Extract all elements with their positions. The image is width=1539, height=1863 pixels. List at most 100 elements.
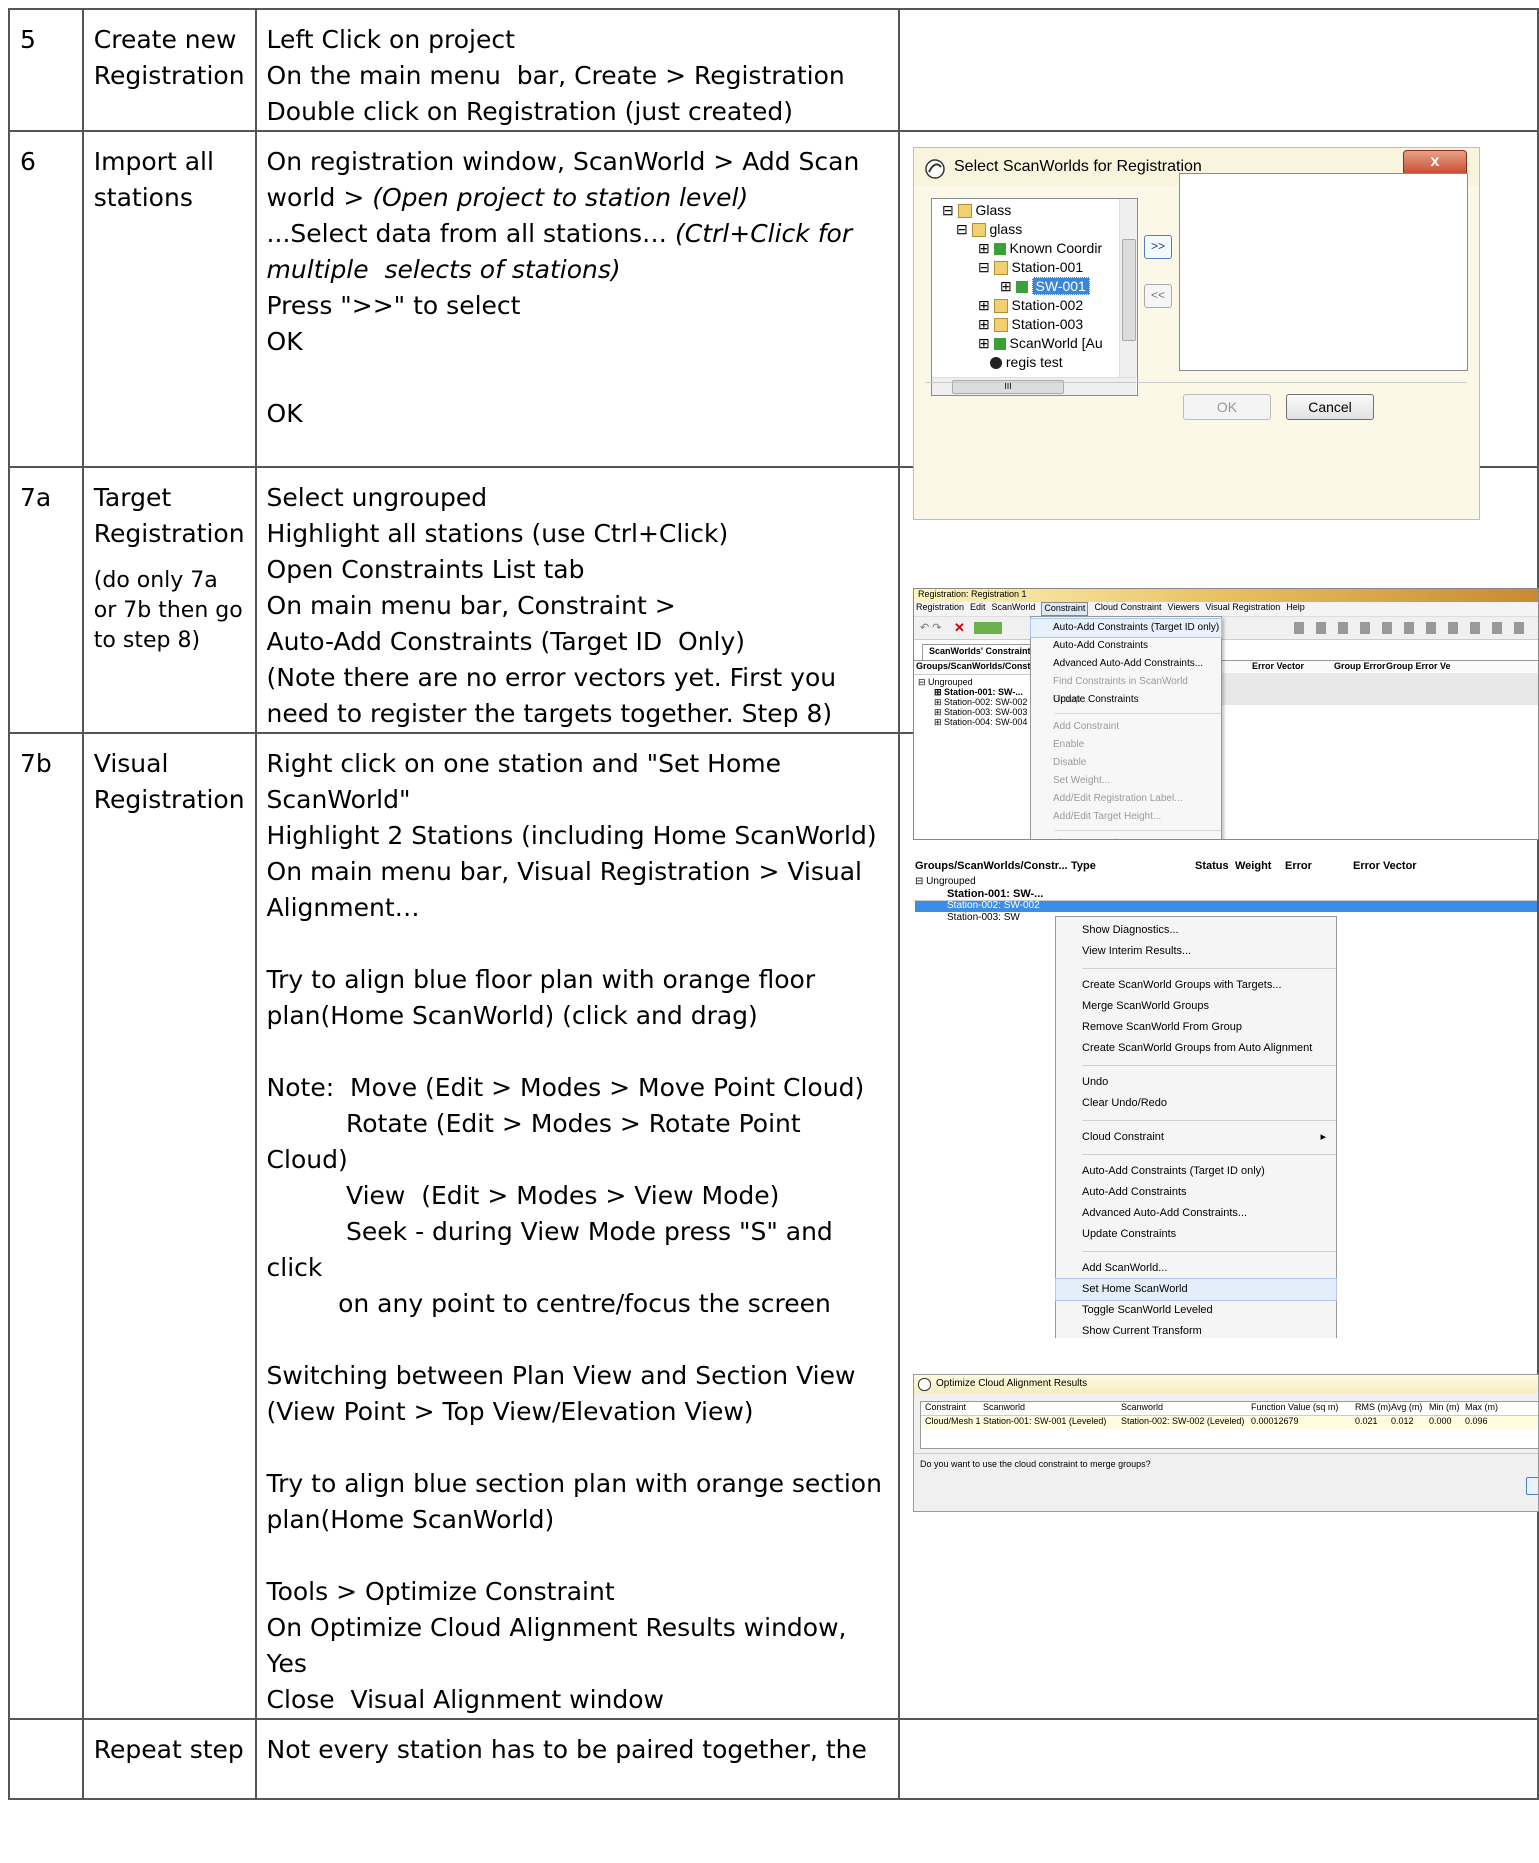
constraint-menu-item[interactable]: Auto-Add Constraints — [1031, 637, 1221, 655]
constraint-menu-item[interactable]: Add/Edit Registration Label... — [1031, 790, 1221, 808]
menu-viewers[interactable]: Viewers — [1167, 602, 1199, 616]
context-menu-item[interactable]: Show Current Transform — [1056, 1321, 1336, 1338]
tree-node-known[interactable]: ⊞ Known Coordir — [934, 239, 1103, 258]
horizontal-scrollbar[interactable]: III — [932, 377, 1136, 395]
scanworld-tree[interactable]: III ⊟ Glass ⊟ glass ⊞ Known Coordir ⊟ St… — [931, 198, 1138, 396]
menu-visual-registration[interactable]: Visual Registration — [1205, 602, 1280, 616]
ok-button[interactable]: OK — [1183, 394, 1271, 420]
context-menu-item[interactable]: Clear Undo/Redo — [1056, 1093, 1336, 1114]
window-title: Registration: Registration 1 — [918, 589, 1027, 599]
scanworld-icon — [1015, 281, 1028, 294]
context-menu-item[interactable]: Toggle ScanWorld Leveled — [1056, 1300, 1336, 1321]
step-title: Import all stations — [93, 147, 214, 212]
table-row: Repeat step Not every station has to be … — [8, 1718, 1539, 1800]
toolbar: ↶ ↷ ✕ — [914, 617, 1538, 640]
tab-scanworlds-constraints[interactable]: ScanWorlds' Constraints — [922, 644, 1043, 661]
tree-node-station-002[interactable]: ⊞ Station-002 — [934, 296, 1103, 315]
cancel-button[interactable]: Cancel — [1286, 394, 1374, 420]
tree-station-001[interactable]: Station-001: SW-... — [915, 888, 1537, 900]
registration-window: Registration: Registration 1 Registratio… — [913, 588, 1539, 840]
step-title: Repeat step — [93, 1735, 244, 1764]
constraint-menu-item[interactable]: Auto-Add Constraints (Target ID only) — [1030, 618, 1222, 638]
step-line — [267, 360, 888, 396]
context-menu-item[interactable]: Auto-Add Constraints (Target ID only) — [1056, 1161, 1336, 1182]
context-menu-item[interactable]: Show Diagnostics... — [1056, 920, 1336, 941]
tree-node-sw-001[interactable]: ⊞ SW-001 — [934, 277, 1103, 296]
context-menu-item[interactable]: Set Home ScanWorld — [1055, 1278, 1337, 1301]
optimize-table: Constraint Scanworld Scanworld Function … — [920, 1401, 1538, 1449]
context-menu-item[interactable]: Create ScanWorld Groups with Targets... — [1056, 975, 1336, 996]
step-line: Right click on one station and "Set Home… — [266, 749, 789, 814]
constraint-menu-item[interactable]: Advanced Auto-Add Constraints... — [1031, 655, 1221, 673]
menu-edit[interactable]: Edit — [970, 602, 986, 616]
tree-node-scanworld[interactable]: ⊞ ScanWorld [Au — [934, 334, 1103, 353]
constraint-menu-item[interactable]: Update Constraints — [1031, 691, 1221, 709]
add-selected-button[interactable]: >> — [1144, 235, 1172, 259]
context-menu-item[interactable]: Remove ScanWorld From Group — [1056, 1017, 1336, 1038]
tree-station-004[interactable]: ⊞ Station-004: SW-004 — [918, 717, 1536, 727]
tree-station-003[interactable]: ⊞ Station-003: SW-003 — [918, 707, 1536, 717]
menu-constraint[interactable]: Constraint — [1041, 602, 1089, 616]
step-line: Try to align blue floor plan with orange… — [266, 965, 824, 1030]
scrollbar-thumb[interactable] — [1122, 239, 1136, 341]
context-menu-item[interactable]: Advanced Auto-Add Constraints... — [1056, 1203, 1336, 1224]
context-menu-item[interactable]: Auto-Add Constraints — [1056, 1182, 1336, 1203]
menu-separator — [1082, 968, 1336, 969]
menu-scanworld[interactable]: ScanWorld — [992, 602, 1036, 616]
constraint-menu-item[interactable]: Disable — [1031, 754, 1221, 772]
step-note: (do only 7a or 7b then go to step 8) — [93, 568, 250, 653]
scanworld-tool-icon[interactable] — [974, 622, 1002, 634]
toolbar-right-icons[interactable] — [1294, 622, 1534, 634]
constraint-menu-item[interactable]: Add/Edit Target Height... — [1031, 808, 1221, 826]
constraint-menu-item[interactable]: Enable — [1031, 736, 1221, 754]
folder-icon — [993, 318, 1008, 333]
context-menu-item[interactable]: Undo — [1056, 1072, 1336, 1093]
table-row[interactable]: Cloud/Mesh 1 Station-001: SW-001 (Levele… — [921, 1416, 1538, 1429]
context-menu-item[interactable]: View Interim Results... — [1056, 941, 1336, 962]
constraint-menu-item[interactable]: Add Constraint — [1031, 718, 1221, 736]
tree-node-glass-sub[interactable]: ⊟ glass — [934, 220, 1103, 239]
menu-separator — [1082, 1251, 1336, 1252]
folder-icon — [971, 223, 986, 238]
optimize-results-window: Optimize Cloud Alignment Results Constra… — [913, 1374, 1539, 1512]
step-line: (View Point > Top View/Elevation View) — [266, 1397, 754, 1426]
menu-separator — [1082, 1120, 1336, 1121]
context-menu-item[interactable]: Create ScanWorld Groups from Auto Alignm… — [1056, 1038, 1336, 1059]
scanworld-icon — [993, 243, 1006, 256]
context-menu-item[interactable]: Add ScanWorld... — [1056, 1258, 1336, 1279]
menu-cloud-constraint[interactable]: Cloud Constraint — [1094, 602, 1161, 616]
step-line: On Optimize Cloud Alignment Results wind… — [266, 1613, 855, 1678]
step-number: 5 — [20, 25, 36, 54]
constraint-menu-item[interactable]: Find Constraints in ScanWorld Group... — [1031, 673, 1221, 705]
tree-ungrouped[interactable]: ⊟ Ungrouped — [915, 876, 1537, 888]
context-menu-item[interactable]: Cloud Constraint ▸ — [1056, 1127, 1336, 1148]
step-line: (Note there are no error vectors yet. Fi… — [266, 663, 845, 728]
delete-icon[interactable]: ✕ — [954, 620, 965, 636]
table-row: 5 Create new Registration Left Click on … — [8, 8, 1539, 132]
menu-help[interactable]: Help — [1286, 602, 1305, 616]
scanworld-icon — [993, 338, 1006, 351]
selected-list[interactable] — [1179, 173, 1468, 371]
constraint-menu-item[interactable]: Set Weight... — [1031, 772, 1221, 790]
grid-area — [1204, 673, 1538, 705]
tree-node-station-001[interactable]: ⊟ Station-001 — [934, 258, 1103, 277]
context-menu-screenshot: Groups/ScanWorlds/Constr... Type Status … — [913, 860, 1537, 1338]
yes-button-partial[interactable] — [1526, 1477, 1538, 1495]
context-menu-item[interactable]: Merge ScanWorld Groups — [1056, 996, 1336, 1017]
constraint-menu-item[interactable]: Show Constraint — [1031, 835, 1221, 839]
optimize-titlebar: Optimize Cloud Alignment Results — [914, 1375, 1538, 1393]
tree-station-002-selected[interactable]: Station-002: SW-002 — [915, 900, 1537, 912]
tree-node-regis-test[interactable]: regis test — [934, 353, 1103, 372]
tree-node-station-003[interactable]: ⊞ Station-003 — [934, 315, 1103, 334]
step-line: Not every station has to be paired toget… — [266, 1735, 867, 1764]
menu-registration[interactable]: Registration — [916, 602, 964, 616]
context-menu-item[interactable]: Update Constraints — [1056, 1224, 1336, 1245]
step-line: Highlight all stations (use Ctrl+Click) — [266, 519, 729, 548]
step-line: Tools > Optimize Constraint — [266, 1577, 615, 1606]
undo-icon[interactable]: ↶ ↷ — [920, 621, 942, 634]
remove-selected-button[interactable]: << — [1144, 284, 1172, 308]
divider — [926, 382, 1466, 383]
step-line: OK — [266, 327, 303, 356]
menu-bar: Registration Edit ScanWorld Constraint C… — [914, 602, 1538, 617]
tree-node-glass[interactable]: ⊟ Glass — [934, 201, 1103, 220]
